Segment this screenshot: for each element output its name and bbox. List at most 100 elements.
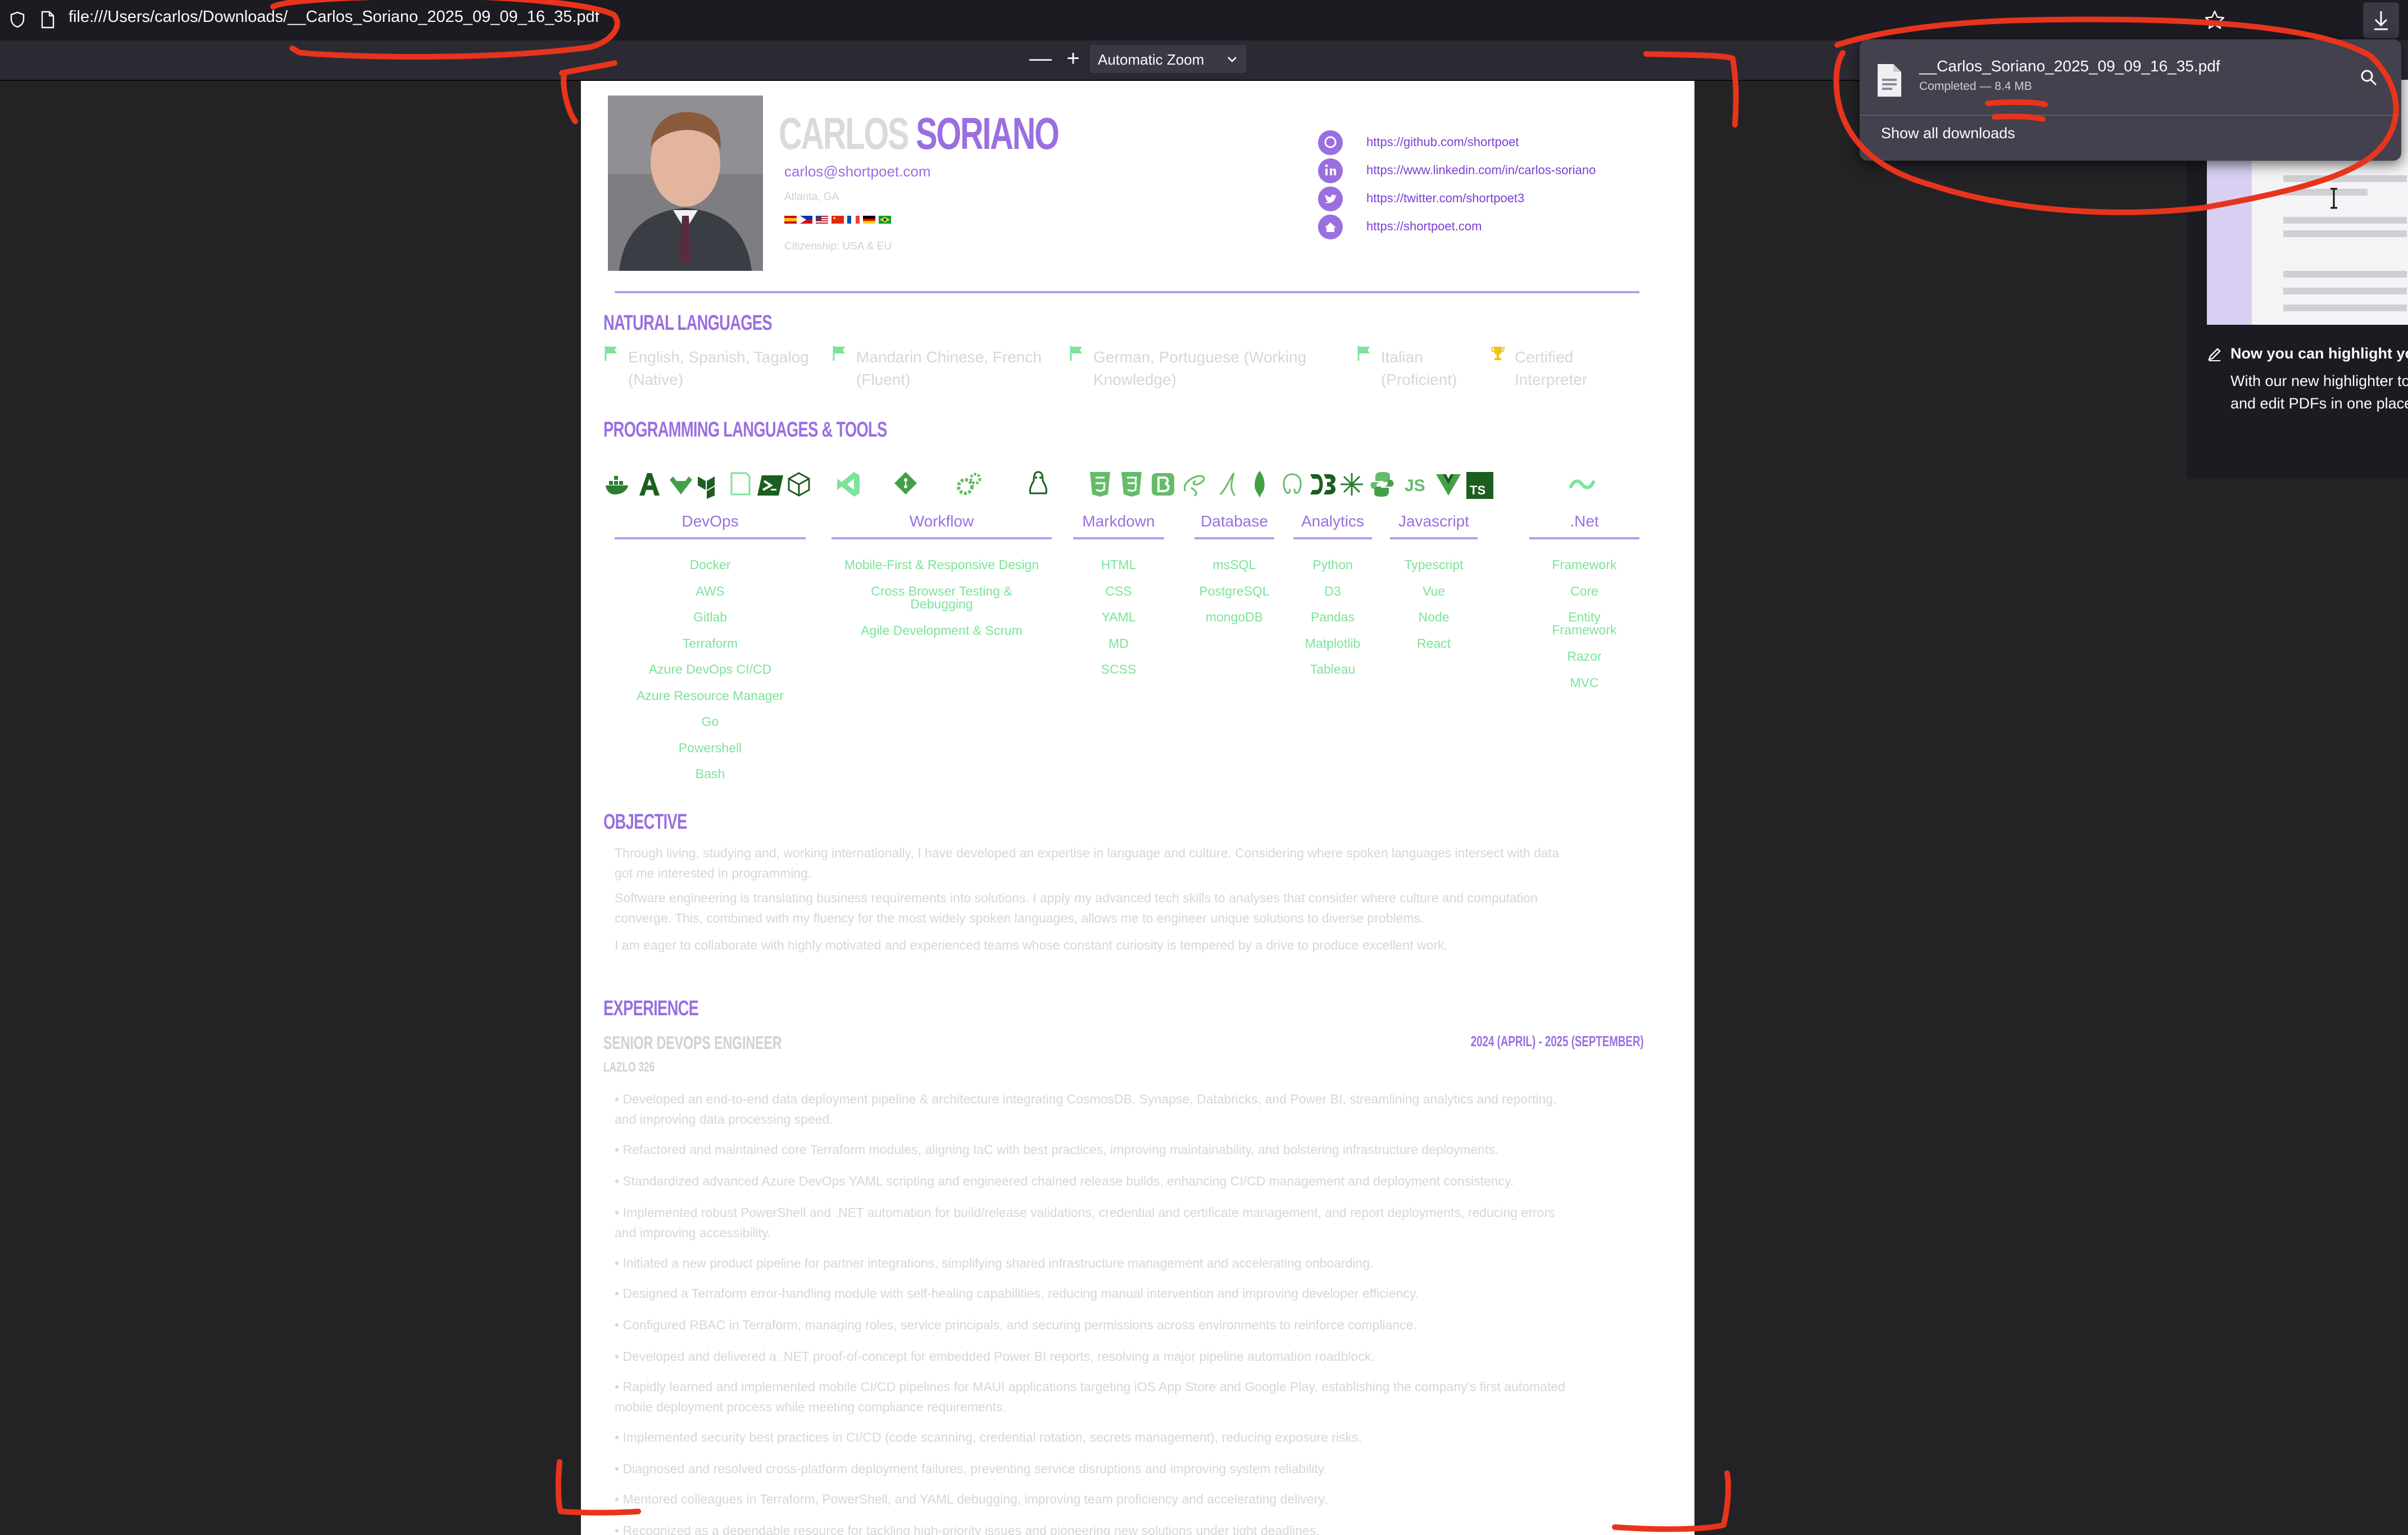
twitter-icon [1318,187,1343,211]
skill-item: React [1416,635,1451,651]
chevron-down-icon [1228,57,1237,62]
highlighter-icon [2208,348,2221,361]
zoom-out-button[interactable]: — [1029,47,1052,70]
skill-item: Python [1312,557,1353,572]
skill-item: Core [1570,583,1598,598]
download-filename[interactable]: __Carlos_Soriano_2025_09_09_16_35.pdf [1919,57,2220,75]
typescript-icon: TS [1466,472,1493,499]
panel-divider [1860,115,2401,116]
philippines-flag-icon [800,216,812,224]
language-level: Knowledge) [1093,371,1176,388]
address-field[interactable]: file:///Users/carlos/Downloads/__Carlos_… [69,8,599,26]
vscode-icon [837,472,860,497]
category-underline [615,537,806,539]
skill-item: Entity Framework [1529,604,1639,643]
zoom-in-button[interactable]: + [1062,47,1084,70]
downloads-button[interactable] [2363,2,2399,38]
terraform-icon [698,476,715,499]
d3-icon [1310,474,1336,494]
category-workflow: Workflow Mobile-First & Responsive Desig… [832,512,1052,643]
bullet-line: • Rapidly learned and implemented mobile… [615,1379,1565,1394]
sass-icon [1184,475,1205,497]
skill-item: Bash [695,766,725,781]
skill-item: D3 [1324,583,1341,598]
show-all-downloads-button[interactable]: Show all downloads [1881,125,2015,142]
promo-heading: Now you can highlight you [2230,345,2408,362]
azure-devops-icon [730,472,751,496]
zoom-select[interactable]: Automatic Zoom [1090,45,1246,73]
mongodb-icon [1255,471,1265,498]
skill-item: Razor [1567,649,1602,664]
experience-bullet: • Initiated a new product pipeline for p… [615,1256,1374,1270]
skill-item: Gitlab [693,610,728,624]
job-dates: 2024 (APRIL) - 2025 (SEPTEMBER) [1471,1033,1644,1050]
bullet-line: mobile deployment process while meeting … [615,1400,1006,1414]
powershell-icon [757,475,783,496]
link-twitter[interactable]: https://twitter.com/shortpoet3 [1318,187,1655,211]
skill-item: CSS [1105,583,1132,598]
language-item: Certified Interpreter [1490,345,1625,390]
profile-photo [608,96,763,271]
language-item: Italian (Proficient) [1356,345,1485,390]
bookmark-star-icon[interactable] [2203,9,2226,31]
pdf-file-icon [1878,64,1901,97]
gears-icon [957,473,982,495]
language-line: Mandarin Chinese, French [856,348,1042,366]
skill-item: YAML [1101,610,1136,624]
category-title: Analytics [1301,512,1365,530]
spain-flag-icon [784,216,797,224]
category-underline [1073,537,1164,539]
category-markdown: Markdown HTML CSS YAML MD SCSS [1073,512,1164,683]
skill-item: Matplotlib [1305,635,1361,651]
download-arrow-icon [2374,11,2388,30]
resume-name: CARLOS SORIANO [779,108,1060,160]
category-underline [1194,537,1274,539]
bullet-line: • Developed an end-to-end data deploymen… [615,1092,1557,1106]
tool-icons-row: JS TS [603,469,1648,508]
language-level: (Proficient) [1381,371,1457,388]
france-flag-icon [847,216,860,224]
bullet-line: • Implemented robust PowerShell and .NET… [615,1205,1555,1220]
email-link[interactable]: carlos@shortpoet.com [784,163,931,180]
experience-bullet: • Recognized as a dependable resource fo… [615,1523,1320,1535]
url-bar: file:///Users/carlos/Downloads/__Carlos_… [0,0,2408,40]
search-icon[interactable] [2359,67,2379,88]
language-line: English, Spanish, Tagalog [628,348,809,366]
skill-item: MD [1108,635,1129,651]
experience-heading: EXPERIENCE [603,997,699,1020]
experience-bullet: • Mentored colleagues in Terraform, Powe… [615,1492,1328,1506]
experience-bullet: • Designed a Terraform error-handling mo… [615,1286,1419,1301]
skill-item: SCSS [1101,662,1137,676]
docker-icon [606,476,628,494]
git-icon [894,472,917,494]
bootstrap-icon [1152,473,1174,496]
skill-line: Debugging [910,596,973,611]
experience-bullet: • Standardized advanced Azure DevOps YAM… [615,1174,1514,1188]
link-linkedin[interactable]: https://www.linkedin.com/in/carlos-soria… [1318,158,1655,183]
language-level: (Native) [628,371,684,388]
experience-bullet: • Diagnosed and resolved cross-platform … [615,1461,1328,1476]
skill-item: PostgreSQL [1199,583,1270,598]
experience-bullet: • Configured RBAC in Terraform, managing… [615,1318,1417,1332]
css3-icon [1121,472,1142,497]
shield-icon[interactable] [10,11,25,28]
vue-icon [1436,474,1461,496]
language-level: (Fluent) [856,371,911,388]
github-icon [1318,130,1343,155]
category-underline [1529,537,1639,539]
zoom-select-label: Automatic Zoom [1098,51,1205,68]
pdf-page: CARLOS SORIANO carlos@shortpoet.com Atla… [581,81,1694,1535]
bullet-line: and improving data processing speed. [615,1112,833,1127]
company-name: LAZLO 326 [603,1060,655,1075]
link-website[interactable]: https://shortpoet.com [1318,215,1655,239]
experience-bullet: • Developed and delivered a .NET proof-o… [615,1349,1375,1364]
skill-item: Framework [1552,557,1617,572]
link-github[interactable]: https://github.com/shortpoet [1318,130,1655,155]
skill-item: MVC [1570,675,1599,690]
link-text: https://github.com/shortpoet [1366,135,1519,149]
text-cursor-icon [2330,188,2337,209]
skill-line: Cross Browser Testing & [871,583,1012,598]
flag-icon [1070,346,1082,361]
header-divider [615,291,1639,293]
bullet-line: and improving accessibility. [615,1225,771,1240]
